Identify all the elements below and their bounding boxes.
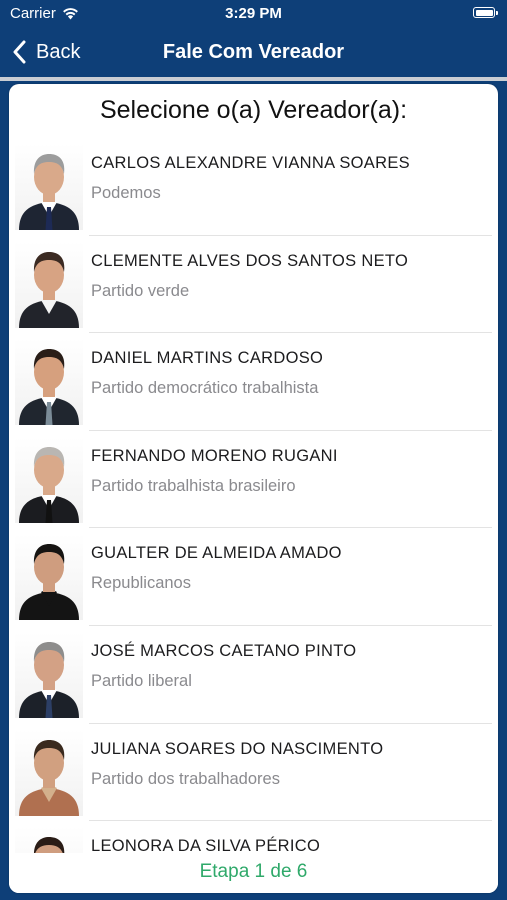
councilor-row[interactable]: DANIEL MARTINS CARDOSO Partido democrátic… (9, 333, 498, 431)
navigation-bar: Back Fale Com Vereador (0, 26, 507, 78)
councilor-row[interactable]: FERNANDO MORENO RUGANI Partido trabalhist… (9, 431, 498, 529)
councilor-party: Partido trabalhista brasileiro (91, 476, 296, 495)
councilor-name: LEONORA DA SILVA PÉRICO (91, 837, 321, 854)
councilor-photo (15, 534, 83, 621)
portrait-icon (19, 446, 79, 523)
battery-fill (475, 9, 493, 16)
councilor-photo (15, 436, 83, 523)
councilor-photo (15, 729, 83, 816)
councilor-name: GUALTER DE ALMEIDA AMADO (91, 544, 342, 563)
portrait-icon (19, 349, 79, 426)
councilor-name: CLEMENTE ALVES DOS SANTOS NETO (91, 251, 409, 270)
councilor-party: Podemos (91, 184, 161, 202)
portrait-icon (19, 739, 79, 816)
back-label: Back (36, 40, 81, 63)
councilor-name: JULIANA SOARES DO NASCIMENTO (91, 739, 384, 758)
status-bar: Carrier 3:29 PM (0, 0, 507, 26)
councilor-list[interactable]: CARLOS ALEXANDRE VIANNA SOARES Podemos CL… (9, 138, 498, 854)
portrait-icon (19, 154, 79, 230)
councilor-row[interactable]: CARLOS ALEXANDRE VIANNA SOARES Podemos (9, 138, 498, 236)
councilor-selection-card: Selecione o(a) Vereador(a): CARLOS ALEXA… (9, 84, 498, 893)
councilor-photo (15, 631, 83, 718)
councilor-party: Republicanos (91, 574, 191, 593)
back-button[interactable]: Back (12, 36, 80, 68)
portrait-icon (34, 837, 65, 854)
card-heading: Selecione o(a) Vereador(a): (99, 96, 408, 124)
councilor-row[interactable]: JOSÉ MARCOS CAETANO PINTO Partido liberal (9, 626, 498, 724)
councilor-row[interactable]: JULIANA SOARES DO NASCIMENTO Partido dos … (9, 724, 498, 822)
councilor-name: CARLOS ALEXANDRE VIANNA SOARES (91, 154, 410, 172)
councilor-party: Partido dos trabalhadores (91, 769, 280, 788)
portrait-icon (19, 544, 79, 621)
chevron-left-icon (13, 40, 26, 64)
councilor-row[interactable]: CLEMENTE ALVES DOS SANTOS NETO Partido ve… (9, 236, 498, 334)
councilor-name: DANIEL MARTINS CARDOSO (91, 349, 324, 368)
councilor-name: FERNANDO MORENO RUGANI (91, 446, 338, 465)
step-indicator: Etapa 1 de 6 (199, 861, 308, 882)
portrait-icon (19, 251, 79, 328)
councilor-party: Partido democrático trabalhista (91, 379, 319, 398)
councilor-photo (15, 339, 83, 426)
councilor-photo (15, 827, 83, 854)
councilor-photo (15, 144, 83, 230)
nav-divider (0, 77, 507, 81)
councilor-party: Partido verde (91, 281, 190, 300)
councilor-row[interactable]: GUALTER DE ALMEIDA AMADO Republicanos (9, 528, 498, 626)
councilor-photo (15, 241, 83, 328)
portrait-icon (19, 641, 79, 718)
councilor-party: Partido liberal (91, 671, 192, 690)
battery-icon (473, 7, 498, 18)
councilor-name: JOSÉ MARCOS CAETANO PINTO (91, 641, 357, 660)
councilor-row[interactable]: LEONORA DA SILVA PÉRICO (9, 821, 498, 854)
status-time: 3:29 PM (225, 5, 282, 22)
card-footer: Etapa 1 de 6 (9, 853, 498, 893)
